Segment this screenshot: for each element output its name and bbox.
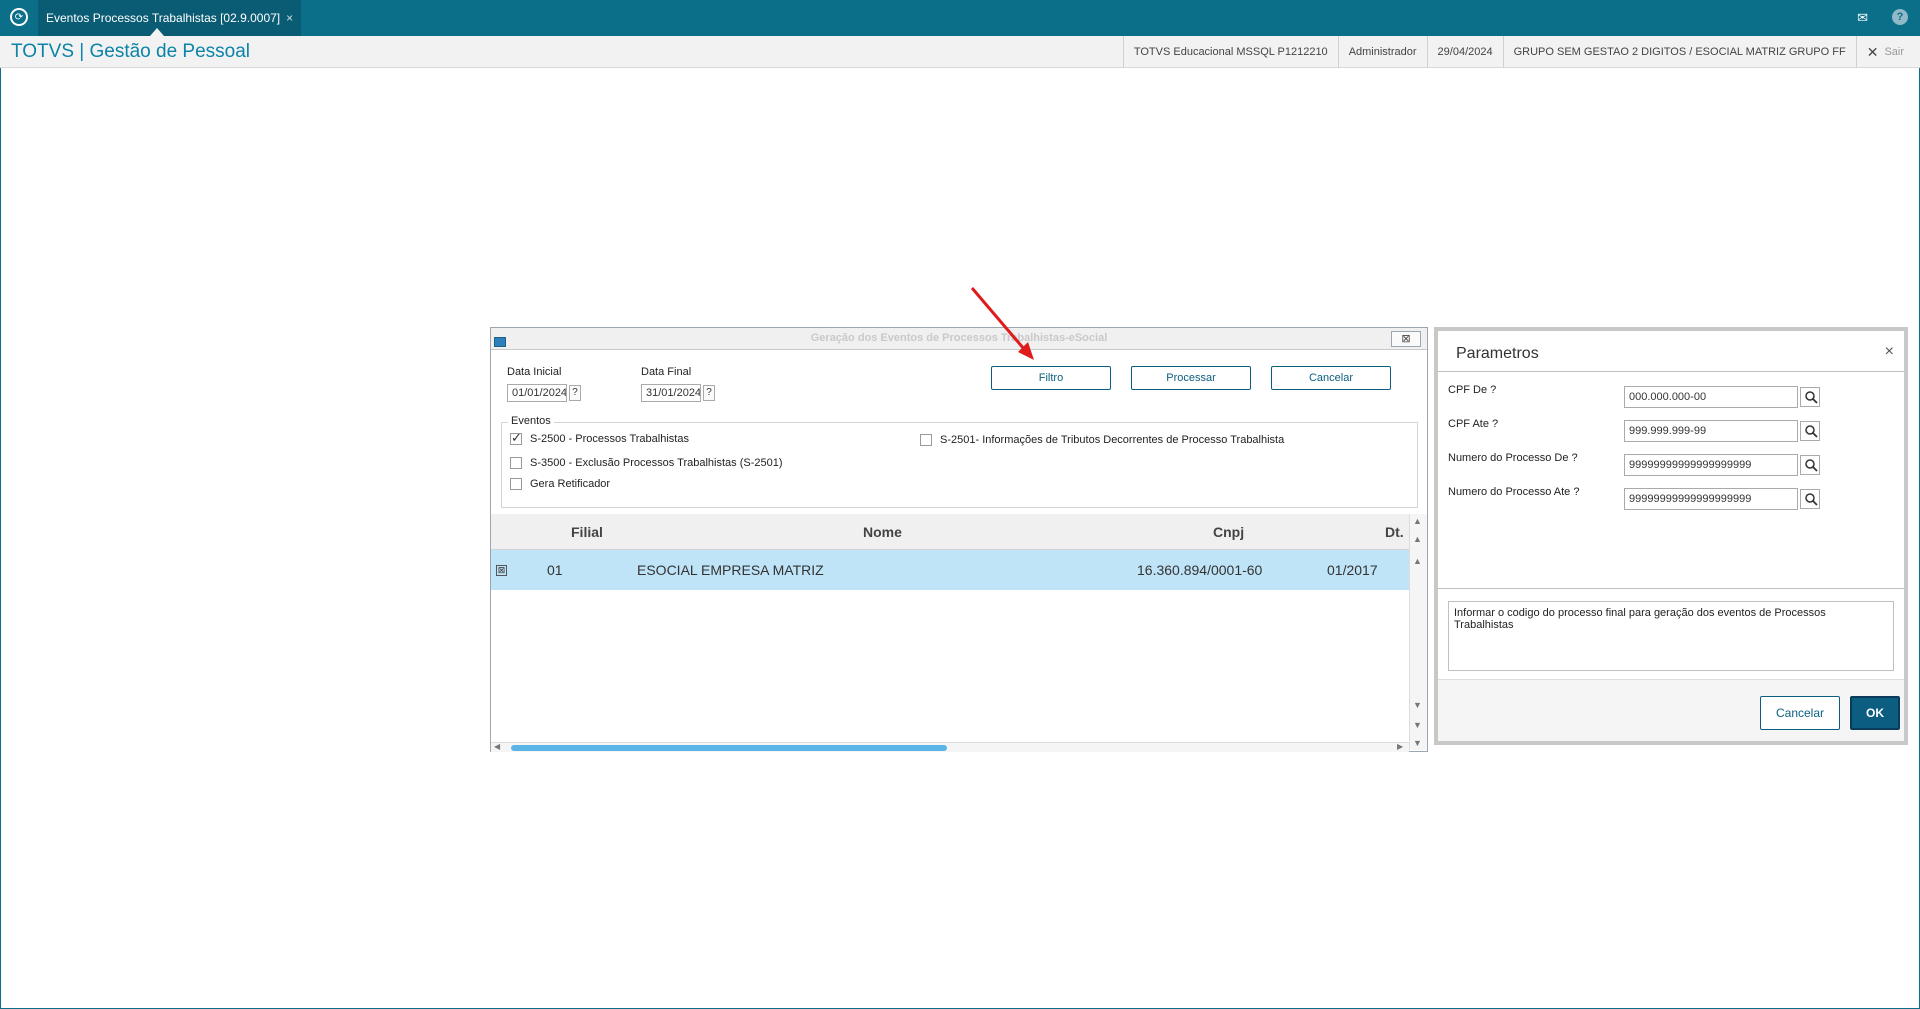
- tab-pointer: [150, 28, 164, 36]
- data-final-help-button[interactable]: ?: [703, 385, 715, 401]
- grid-header: Filial Nome Cnpj Dt.: [491, 514, 1409, 550]
- chk-gera-retificador-label: Gera Retificador: [530, 478, 611, 490]
- table-row[interactable]: ⊠ 01 ESOCIAL EMPRESA MATRIZ 16.360.894/0…: [491, 550, 1409, 590]
- col-cnpj[interactable]: Cnpj: [1213, 524, 1244, 540]
- cell-filial: 01: [547, 562, 563, 578]
- dialog-title: Geração dos Eventos de Processos Trabalh…: [810, 332, 1108, 344]
- cancelar-button[interactable]: Cancelar: [1271, 366, 1391, 390]
- parametros-title: Parametros: [1456, 345, 1539, 362]
- cpf-ate-input[interactable]: 999.999.999-99: [1624, 420, 1798, 442]
- cpf-de-input[interactable]: 000.000.000-00: [1624, 386, 1798, 408]
- chk-s3500-label: S-3500 - Exclusão Processos Trabalhistas…: [530, 457, 783, 469]
- search-icon[interactable]: [1800, 489, 1820, 509]
- grid-horizontal-scrollbar[interactable]: ◀ ▶: [491, 742, 1409, 752]
- scroll-down-icon[interactable]: ▼: [1413, 700, 1422, 710]
- top-bar: ⟳ Eventos Processos Trabalhistas [02.9.0…: [0, 0, 1920, 36]
- parametro-description: Informar o codigo do processo final para…: [1448, 601, 1894, 671]
- logout-button[interactable]: ✕ Sair: [1855, 36, 1920, 68]
- scroll-left-icon[interactable]: ◀: [494, 742, 500, 751]
- chk-s2501-label: S-2501- Informações de Tributos Decorren…: [940, 434, 1285, 446]
- cell-nome: ESOCIAL EMPRESA MATRIZ: [637, 562, 824, 578]
- data-inicial-help-button[interactable]: ?: [569, 385, 581, 401]
- search-icon[interactable]: [1800, 421, 1820, 441]
- search-icon[interactable]: [1800, 455, 1820, 475]
- red-arrow-annotation-icon: [970, 287, 1034, 360]
- scroll-thumb[interactable]: [511, 745, 947, 751]
- chk-s3500[interactable]: S-3500 - Exclusão Processos Trabalhistas…: [510, 457, 783, 469]
- checkbox[interactable]: [920, 434, 932, 446]
- search-icon[interactable]: [1800, 387, 1820, 407]
- parametros-fields: CPF De ? 000.000.000-00 CPF Ate ? 999.99…: [1438, 371, 1904, 589]
- cell-cnpj: 16.360.894/0001-60: [1137, 562, 1263, 578]
- processo-de-input[interactable]: 99999999999999999999: [1624, 454, 1798, 476]
- chk-s2501[interactable]: S-2501- Informações de Tributos Decorren…: [920, 434, 1284, 446]
- help-icon[interactable]: ?: [1892, 9, 1908, 25]
- checkbox[interactable]: [510, 457, 522, 469]
- dialog-close-icon[interactable]: ⊠: [1391, 331, 1421, 347]
- parametros-ok-button[interactable]: OK: [1850, 696, 1900, 730]
- scroll-page-down-icon[interactable]: ▼: [1413, 720, 1422, 730]
- filtro-button[interactable]: Filtro: [991, 366, 1111, 390]
- header-info: TOTVS Educacional MSSQL P1212210 Adminis…: [1122, 36, 1920, 68]
- checkbox[interactable]: [510, 478, 522, 490]
- chk-gera-retificador[interactable]: Gera Retificador: [510, 478, 610, 490]
- processo-ate-input[interactable]: 99999999999999999999: [1624, 488, 1798, 510]
- data-inicial-label: Data Inicial: [507, 366, 562, 378]
- parametros-close-icon[interactable]: ×: [1885, 343, 1894, 361]
- checkbox-checked[interactable]: [510, 430, 522, 446]
- cpf-ate-label: CPF Ate ?: [1448, 418, 1499, 430]
- parametros-cancel-button[interactable]: Cancelar: [1760, 696, 1840, 730]
- processo-ate-label: Numero do Processo Ate ?: [1448, 486, 1580, 498]
- parametros-panel: Parametros × CPF De ? 000.000.000-00 CPF…: [1434, 327, 1908, 745]
- scroll-up-icon[interactable]: ▲: [1413, 556, 1422, 566]
- close-icon: ✕: [1866, 44, 1879, 60]
- scroll-right-icon[interactable]: ▶: [1397, 742, 1403, 751]
- geracao-eventos-dialog: Geração dos Eventos de Processos Trabalh…: [490, 327, 1428, 752]
- scroll-bottom-icon[interactable]: ▼: [1413, 738, 1422, 748]
- dialog-titlebar: Geração dos Eventos de Processos Trabalh…: [491, 328, 1427, 350]
- environment-label: TOTVS Educacional MSSQL P1212210: [1122, 36, 1338, 68]
- filiais-grid: Filial Nome Cnpj Dt. ⊠ 01 ESOCIAL EMPRES…: [491, 514, 1409, 750]
- processar-button[interactable]: Processar: [1131, 366, 1251, 390]
- data-final-label: Data Final: [641, 366, 692, 378]
- scroll-page-up-icon[interactable]: ▲: [1413, 534, 1422, 544]
- data-final-input[interactable]: 31/01/2024: [641, 384, 701, 402]
- col-nome[interactable]: Nome: [863, 524, 902, 540]
- grid-vertical-scrollbar[interactable]: ▲ ▲ ▲ ▼ ▼ ▼: [1409, 514, 1427, 750]
- tab-close-icon[interactable]: ×: [286, 1, 293, 35]
- cell-dt: 01/2017: [1327, 562, 1378, 578]
- app-header: TOTVS | Gestão de Pessoal TOTVS Educacio…: [0, 36, 1920, 68]
- mail-icon[interactable]: ✉: [1857, 10, 1868, 26]
- user-label: Administrador: [1337, 36, 1427, 68]
- logout-label: Sair: [1884, 46, 1904, 58]
- eventos-legend: Eventos: [508, 415, 554, 427]
- scroll-top-icon[interactable]: ▲: [1413, 516, 1422, 526]
- col-filial[interactable]: Filial: [571, 524, 603, 540]
- date-label: 29/04/2024: [1426, 36, 1503, 68]
- chk-s2500-label: S-2500 - Processos Trabalhistas: [530, 433, 689, 445]
- totvs-logo-icon[interactable]: ⟳: [10, 8, 28, 26]
- group-label: GRUPO SEM GESTAO 2 DIGITOS / ESOCIAL MAT…: [1502, 36, 1856, 68]
- tab-eventos-processos[interactable]: Eventos Processos Trabalhistas [02.9.000…: [38, 0, 302, 36]
- parametros-footer: Cancelar OK: [1438, 679, 1904, 741]
- col-dt[interactable]: Dt.: [1385, 524, 1404, 540]
- row-select-icon[interactable]: ⊠: [496, 565, 507, 576]
- app-title: TOTVS | Gestão de Pessoal: [11, 41, 251, 62]
- chk-s2500[interactable]: S-2500 - Processos Trabalhistas: [510, 430, 689, 446]
- processo-de-label: Numero do Processo De ?: [1448, 452, 1578, 464]
- data-inicial-input[interactable]: 01/01/2024: [507, 384, 567, 402]
- cpf-de-label: CPF De ?: [1448, 384, 1497, 396]
- eventos-group: Eventos S-2500 - Processos Trabalhistas …: [501, 415, 1418, 508]
